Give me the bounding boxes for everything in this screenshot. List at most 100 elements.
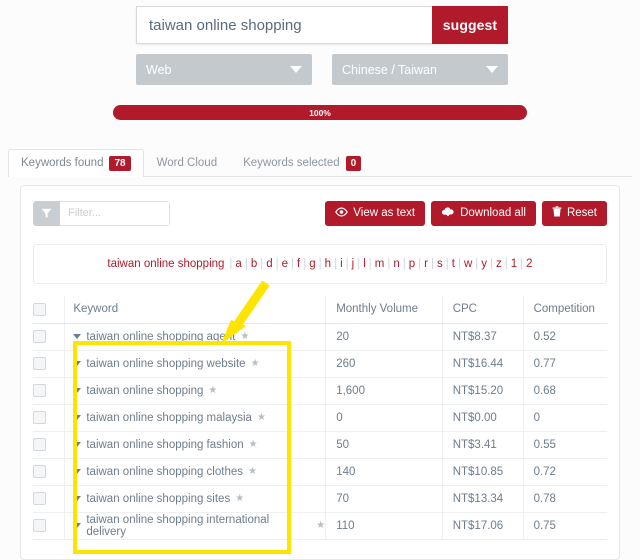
table-row[interactable]: taiwan online shopping agent ★ 20 NT$8.37 0.…: [33, 323, 607, 351]
alphabet-nav-item-h[interactable]: h: [325, 258, 331, 270]
competition-cell: 0: [523, 404, 607, 432]
alphabet-nav-separator: |: [345, 258, 349, 270]
table-header-row: Keyword Monthly Volume CPC Competition: [33, 296, 607, 324]
star-icon[interactable]: ★: [249, 439, 258, 450]
alphabet-nav-item-z[interactable]: z: [496, 258, 502, 270]
alphabet-nav-item-r[interactable]: r: [424, 258, 428, 270]
keyword-cell: taiwan online shopping malaysia ★: [64, 404, 327, 432]
alphabet-nav-item-a[interactable]: a: [235, 258, 241, 270]
row-select-cell: [33, 458, 66, 486]
monthly-volume-cell: 260: [325, 350, 443, 378]
funnel-icon: [33, 200, 60, 226]
cpc-cell: NT$16.44: [442, 350, 524, 378]
star-icon[interactable]: ★: [316, 520, 325, 531]
alphabet-nav-item-b[interactable]: b: [251, 258, 257, 270]
alphabet-nav-item-m[interactable]: m: [375, 258, 385, 270]
star-icon[interactable]: ★: [208, 385, 217, 396]
keyword-cell: taiwan online shopping clothes ★: [64, 458, 327, 486]
keyword-cell: taiwan online shopping fashion ★: [64, 431, 327, 459]
row-select-cell: [33, 377, 66, 405]
table-row[interactable]: taiwan online shopping international del…: [33, 512, 607, 540]
star-icon[interactable]: ★: [248, 466, 257, 477]
row-checkbox[interactable]: [33, 330, 46, 343]
filter-input[interactable]: [60, 200, 170, 226]
alphabet-nav-item-j[interactable]: j: [352, 258, 355, 270]
row-checkbox[interactable]: [33, 357, 46, 370]
competition-cell: 0.55: [523, 431, 607, 459]
alphabet-nav-item-t[interactable]: t: [452, 258, 455, 270]
search-input[interactable]: [136, 6, 432, 44]
expand-triangle-icon[interactable]: [73, 469, 82, 474]
expand-triangle-icon[interactable]: [73, 442, 82, 447]
alphabet-nav-item-g[interactable]: g: [309, 258, 315, 270]
select-all-checkbox[interactable]: [33, 302, 46, 316]
alphabet-nav-separator: |: [387, 258, 391, 270]
alphabet-nav-item-e[interactable]: e: [282, 258, 288, 270]
alphabet-nav-item-d[interactable]: d: [266, 258, 272, 270]
table-row[interactable]: taiwan online shopping ★ 1,600 NT$15.20 0.68: [33, 377, 607, 405]
table-row[interactable]: taiwan online shopping fashion ★ 50 NT$3.41…: [33, 431, 607, 459]
source-select[interactable]: Web: [136, 54, 312, 85]
row-checkbox[interactable]: [33, 465, 46, 478]
row-select-cell: [33, 404, 66, 432]
table-row[interactable]: taiwan online shopping sites ★ 70 NT$13.34 0…: [33, 485, 607, 513]
alphabet-nav-separator: |: [244, 258, 248, 270]
keyword-text: taiwan online shopping website: [86, 357, 246, 370]
expand-triangle-icon[interactable]: [73, 496, 82, 501]
alphabet-nav-item-p[interactable]: p: [409, 258, 415, 270]
table-row[interactable]: taiwan online shopping malaysia ★ 0 NT$0.00…: [33, 404, 607, 432]
alphabet-nav-seed[interactable]: taiwan online shopping: [107, 258, 224, 270]
expand-triangle-icon[interactable]: [73, 415, 82, 420]
alphabet-nav-separator: |: [229, 258, 233, 270]
expand-triangle-icon[interactable]: [73, 388, 82, 393]
search-bar: suggest: [136, 6, 508, 44]
alphabet-nav-item-n[interactable]: n: [393, 258, 399, 270]
table-row[interactable]: taiwan online shopping website ★ 260 NT$16.…: [33, 350, 607, 378]
row-checkbox[interactable]: [33, 438, 46, 451]
competition-cell: 0.72: [523, 458, 607, 486]
alphabet-nav-separator: |: [318, 258, 322, 270]
expand-triangle-icon[interactable]: [73, 334, 82, 339]
cpc-cell: NT$8.37: [442, 323, 524, 351]
tab-keywords-found[interactable]: Keywords found 78: [8, 149, 144, 177]
star-icon[interactable]: ★: [240, 331, 249, 342]
keyword-cell: taiwan online shopping ★: [64, 377, 327, 405]
column-header-keyword[interactable]: Keyword: [64, 296, 327, 324]
tab-bar: Keywords found 78 Word Cloud Keywords se…: [8, 148, 632, 177]
star-icon[interactable]: ★: [251, 358, 260, 369]
alphabet-nav-item-y[interactable]: y: [481, 258, 487, 270]
alphabet-nav-item-w[interactable]: w: [464, 258, 472, 270]
tab-keywords-selected-badge: 0: [345, 155, 362, 171]
alphabet-nav-item-i[interactable]: i: [340, 258, 343, 270]
alphabet-nav-item-f[interactable]: f: [297, 258, 300, 270]
row-checkbox[interactable]: [33, 519, 46, 532]
tab-keywords-found-badge: 78: [109, 155, 131, 171]
keyword-text: taiwan online shopping fashion: [86, 438, 244, 451]
alphabet-nav-item-2[interactable]: 2: [526, 258, 532, 270]
download-all-button[interactable]: Download all: [431, 200, 536, 226]
star-icon[interactable]: ★: [235, 493, 244, 504]
language-select[interactable]: Chinese / Taiwan: [332, 54, 508, 85]
column-header-monthly-volume[interactable]: Monthly Volume: [325, 296, 443, 324]
alphabet-nav-item-s[interactable]: s: [437, 258, 443, 270]
tab-keywords-selected[interactable]: Keywords selected 0: [230, 149, 374, 176]
expand-triangle-icon[interactable]: [73, 361, 82, 366]
suggest-button[interactable]: suggest: [432, 6, 508, 44]
column-header-competition[interactable]: Competition: [523, 296, 607, 324]
table-row[interactable]: taiwan online shopping clothes ★ 140 NT$10.…: [33, 458, 607, 486]
alphabet-nav-separator: |: [368, 258, 372, 270]
alphabet-nav-item-l[interactable]: l: [363, 258, 366, 270]
expand-triangle-icon[interactable]: [73, 523, 82, 528]
alphabet-nav-separator: |: [504, 258, 508, 270]
row-checkbox[interactable]: [33, 384, 46, 397]
reset-button[interactable]: Reset: [541, 200, 607, 226]
column-header-cpc[interactable]: CPC: [442, 296, 524, 324]
keywords-table-body: taiwan online shopping agent ★ 20 NT$8.37 0.…: [33, 323, 607, 540]
tab-word-cloud[interactable]: Word Cloud: [144, 149, 231, 176]
row-checkbox[interactable]: [33, 411, 46, 424]
alphabet-nav-separator: |: [303, 258, 307, 270]
star-icon[interactable]: ★: [257, 412, 266, 423]
view-as-text-button[interactable]: View as text: [325, 200, 426, 226]
row-checkbox[interactable]: [33, 492, 46, 505]
alphabet-nav-item-1[interactable]: 1: [511, 258, 517, 270]
